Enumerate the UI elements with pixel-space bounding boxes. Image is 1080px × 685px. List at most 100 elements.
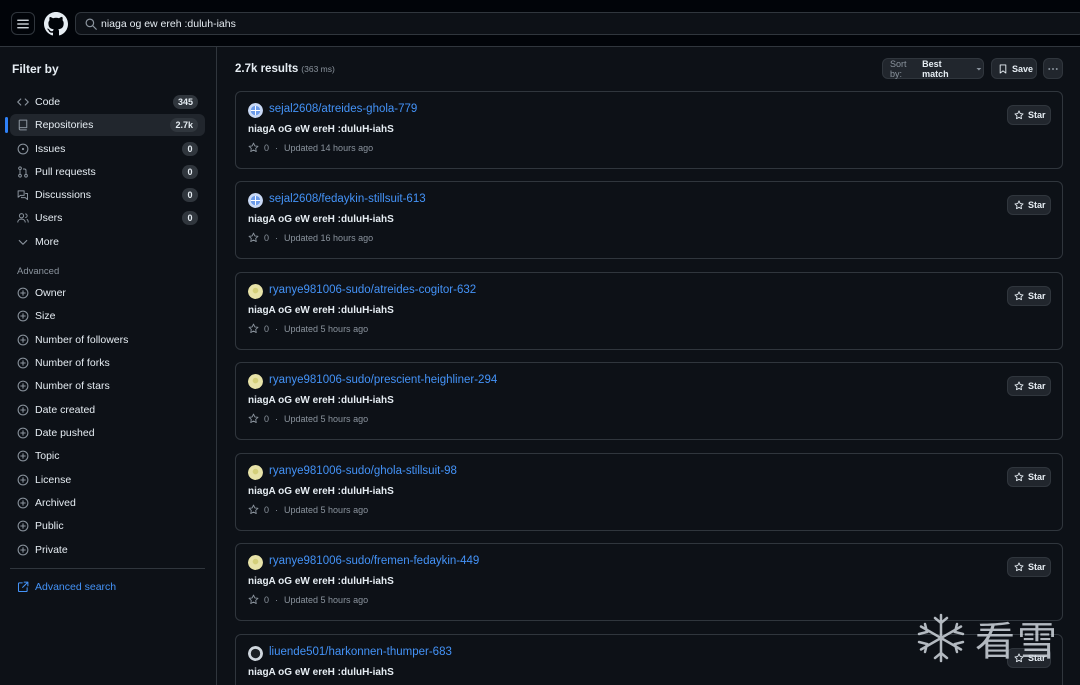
repo-link[interactable]: ryanye981006-sudo/atreides-cogitor-632	[269, 284, 476, 296]
advanced-filter-number-of-stars[interactable]: Number of stars	[10, 376, 205, 396]
advanced-filter-topic[interactable]: Topic	[10, 446, 205, 466]
star-icon	[248, 594, 259, 605]
advanced-filter-license[interactable]: License	[10, 470, 205, 490]
separator-dot: ·	[275, 413, 279, 424]
star-label: Star	[1028, 472, 1046, 482]
star-button[interactable]: Star	[1007, 557, 1051, 577]
sidebar-divider	[10, 568, 205, 569]
avatar[interactable]	[248, 555, 263, 570]
star-count: 0	[264, 142, 270, 153]
advanced-filter-size[interactable]: Size	[10, 306, 205, 326]
filter-sidebar: Filter by Code 345 Repositories 2.7k Iss…	[0, 47, 217, 685]
people-icon	[17, 213, 29, 223]
star-button[interactable]: Star	[1007, 195, 1051, 215]
watermark-text: 看雪	[975, 619, 1059, 665]
watermark: 看雪	[915, 608, 1065, 668]
advanced-filter-label: Date created	[35, 404, 96, 416]
star-icon	[248, 323, 259, 334]
repo-link[interactable]: ryanye981006-sudo/fremen-fedaykin-449	[269, 555, 479, 567]
sidebar-item-code[interactable]: Code 345	[10, 91, 205, 113]
avatar[interactable]	[248, 103, 263, 118]
star-button[interactable]: Star	[1007, 286, 1051, 306]
star-icon	[248, 504, 259, 515]
search-query-text: niaga og ew ereh :duluh-iahs	[101, 18, 236, 30]
advanced-filter-number-of-followers[interactable]: Number of followers	[10, 330, 205, 350]
sidebar-item-label: More	[35, 236, 59, 248]
sort-dropdown[interactable]: Sort by: Best match	[882, 58, 984, 79]
updated-time: Updated 5 hours ago	[284, 504, 369, 515]
star-button[interactable]: Star	[1007, 376, 1051, 396]
code-icon	[17, 98, 29, 106]
avatar[interactable]	[248, 284, 263, 299]
repo-link[interactable]: sejal2608/fedaykin-stillsuit-613	[269, 193, 426, 205]
star-count: 0	[264, 323, 270, 334]
star-icon	[1014, 291, 1024, 301]
star-button[interactable]: Star	[1007, 105, 1051, 125]
repo-link[interactable]: ryanye981006-sudo/prescient-heighliner-2…	[269, 374, 497, 386]
filter-title: Filter by	[12, 62, 59, 76]
search-icon	[85, 18, 97, 30]
search-input[interactable]: niaga og ew ereh :duluh-iahs	[75, 12, 1080, 35]
sidebar-item-discussions[interactable]: Discussions 0	[10, 184, 205, 206]
results-count-text: 2.7k results	[235, 63, 299, 75]
advanced-filter-archived[interactable]: Archived	[10, 493, 205, 513]
active-indicator	[5, 117, 8, 133]
avatar[interactable]	[248, 193, 263, 208]
plus-circle-icon	[17, 450, 29, 462]
sidebar-item-label: Users	[35, 212, 63, 224]
sidebar-item-users[interactable]: Users 0	[10, 207, 205, 229]
updated-time: Updated 5 hours ago	[284, 594, 369, 605]
advanced-filter-owner[interactable]: Owner	[10, 283, 205, 303]
advanced-search-link[interactable]: Advanced search	[10, 577, 205, 597]
sidebar-item-pull-requests[interactable]: Pull requests 0	[10, 161, 205, 183]
repo-meta: 0 · Updated 5 hours ago	[248, 413, 368, 424]
more-options-button[interactable]	[1043, 58, 1063, 79]
plus-circle-icon	[17, 310, 29, 322]
star-icon	[248, 142, 259, 153]
results-count: 2.7k results (363 ms)	[235, 63, 335, 75]
sidebar-item-label: Discussions	[35, 189, 92, 201]
advanced-filter-date-created[interactable]: Date created	[10, 400, 205, 420]
github-logo-icon[interactable]	[44, 12, 68, 36]
save-button[interactable]: Save	[991, 58, 1037, 79]
updated-time: Updated 14 hours ago	[284, 142, 374, 153]
star-button[interactable]: Star	[1007, 467, 1051, 487]
count-badge: 0	[182, 165, 198, 179]
count-badge: 0	[182, 188, 198, 202]
star-count: 0	[264, 413, 270, 424]
plus-circle-icon	[17, 380, 29, 392]
repo-link[interactable]: liuende501/harkonnen-thumper-683	[269, 646, 452, 658]
updated-time: Updated 5 hours ago	[284, 323, 369, 334]
plus-circle-icon	[17, 404, 29, 416]
advanced-filter-number-of-forks[interactable]: Number of forks	[10, 353, 205, 373]
repo-meta: 0 · Updated 14 hours ago	[248, 142, 373, 153]
sidebar-item-label: Repositories	[35, 119, 94, 131]
repo-meta: 0 · Updated 5 hours ago	[248, 594, 368, 605]
avatar[interactable]	[248, 465, 263, 480]
menu-button[interactable]	[11, 12, 35, 35]
repo-meta: 0 · Updated 16 hours ago	[248, 232, 373, 243]
hamburger-icon	[17, 19, 29, 28]
advanced-filter-date-pushed[interactable]: Date pushed	[10, 423, 205, 443]
repo-link[interactable]: sejal2608/atreides-ghola-779	[269, 103, 417, 115]
sidebar-item-issues[interactable]: Issues 0	[10, 138, 205, 160]
plus-circle-icon	[17, 287, 29, 299]
avatar[interactable]	[248, 646, 263, 661]
advanced-filter-label: Number of forks	[35, 357, 110, 369]
chevron-down-icon	[18, 239, 28, 245]
advanced-filter-public[interactable]: Public	[10, 516, 205, 536]
repo-description: niagA oG eW ereH :duluH-iahS	[248, 124, 394, 135]
advanced-filter-label: License	[35, 474, 72, 486]
plus-circle-icon	[17, 474, 29, 486]
advanced-filter-private[interactable]: Private	[10, 540, 205, 560]
sidebar-item-repositories[interactable]: Repositories 2.7k	[5, 114, 205, 136]
advanced-filter-label: Owner	[35, 287, 66, 299]
star-icon	[1014, 472, 1024, 482]
sidebar-item-more[interactable]: More	[10, 231, 205, 253]
avatar[interactable]	[248, 374, 263, 389]
advanced-filter-label: Archived	[35, 497, 76, 509]
sidebar-item-label: Pull requests	[35, 166, 96, 178]
repo-link[interactable]: ryanye981006-sudo/ghola-stillsuit-98	[269, 465, 457, 477]
star-label: Star	[1028, 200, 1046, 210]
star-icon	[1014, 110, 1024, 120]
